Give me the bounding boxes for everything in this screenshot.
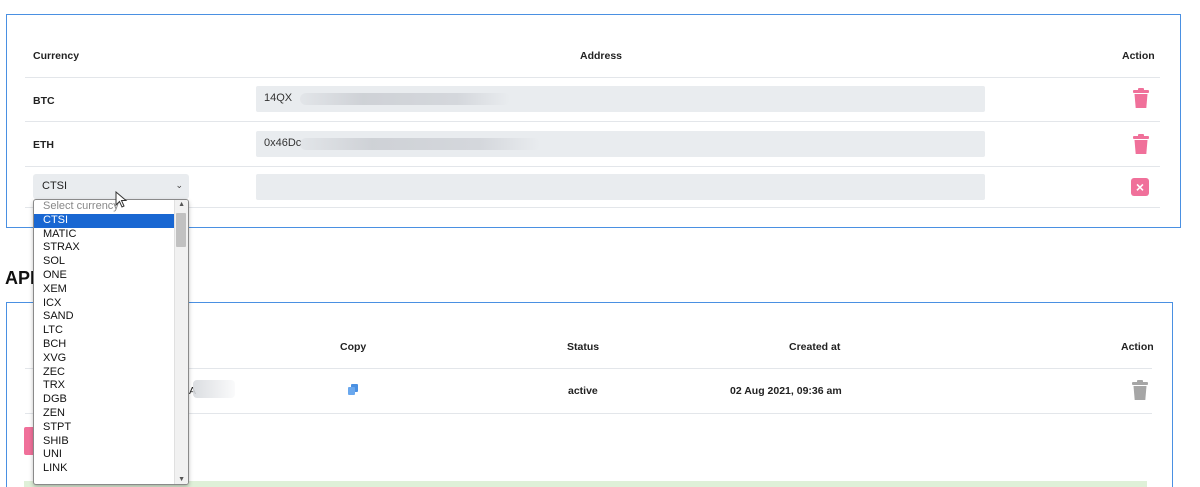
dropdown-option-ltc[interactable]: LTC (34, 324, 176, 338)
dropdown-option-matic[interactable]: MATIC (34, 228, 176, 242)
trash-icon[interactable] (1132, 380, 1148, 400)
dropdown-option-bch[interactable]: BCH (34, 338, 176, 352)
header-divider (25, 368, 1152, 369)
scroll-down-arrow-icon[interactable]: ▼ (178, 476, 185, 483)
currency-column-header: Currency (33, 50, 80, 62)
currency-label-eth: ETH (33, 139, 54, 151)
created-at-column-header: Created at (789, 341, 841, 353)
dropdown-option-xvg[interactable]: XVG (34, 352, 176, 366)
api-key-created-at: 02 Aug 2021, 09:36 am (730, 385, 842, 397)
api-key-redaction (193, 380, 235, 398)
dropdown-option-one[interactable]: ONE (34, 269, 176, 283)
dropdown-option-dgb[interactable]: DGB (34, 393, 176, 407)
address-value-btc: 14QX (264, 92, 293, 104)
mouse-cursor-icon (115, 191, 128, 208)
action-column-header: Action (1122, 50, 1155, 62)
action-column-header: Action (1121, 341, 1154, 353)
dropdown-option-link[interactable]: LINK (34, 462, 176, 476)
dropdown-option-zen[interactable]: ZEN (34, 407, 176, 421)
api-section-title: API (5, 268, 36, 288)
dropdown-placeholder-option[interactable]: Select currency (34, 200, 176, 214)
dropdown-option-trx[interactable]: TRX (34, 379, 176, 393)
remove-row-x-icon[interactable]: × (1131, 178, 1149, 196)
address-input-new[interactable] (256, 174, 985, 200)
dropdown-option-xem[interactable]: XEM (34, 283, 176, 297)
dropdown-option-zec[interactable]: ZEC (34, 366, 176, 380)
copy-column-header: Copy (340, 341, 367, 353)
dropdown-option-icx[interactable]: ICX (34, 297, 176, 311)
currency-select-value: CTSI (42, 180, 68, 192)
address-column-header: Address (580, 50, 623, 62)
dropdown-scrollbar[interactable]: ▲ ▼ (174, 200, 188, 484)
row-divider (25, 166, 1160, 167)
trash-icon[interactable] (1133, 134, 1149, 154)
currency-dropdown-list[interactable]: Select currency CTSI MATIC STRAX SOL ONE XEM I… (33, 199, 189, 485)
address-input-btc[interactable]: 14QX (256, 86, 985, 112)
dropdown-option-shib[interactable]: SHIB (34, 435, 176, 449)
row-divider (25, 207, 1160, 208)
chevron-down-icon: ⌄ (175, 180, 183, 190)
copy-icon[interactable] (348, 384, 358, 395)
dropdown-option-uni[interactable]: UNI (34, 448, 176, 462)
dropdown-option-sand[interactable]: SAND (34, 310, 176, 324)
api-key-status: active (568, 385, 598, 397)
row-divider (25, 121, 1160, 122)
currency-label-btc: BTC (33, 95, 55, 107)
dropdown-option-ctsi[interactable]: CTSI (34, 213, 176, 228)
scrollbar-thumb[interactable] (176, 213, 186, 247)
success-alert (24, 481, 1147, 487)
dropdown-option-sol[interactable]: SOL (34, 255, 176, 269)
address-redaction (300, 93, 510, 105)
address-input-eth[interactable]: 0x46Dc (256, 131, 985, 157)
status-column-header: Status (567, 341, 600, 353)
row-divider (25, 413, 1152, 414)
trash-icon[interactable] (1133, 88, 1149, 108)
address-redaction (300, 138, 540, 150)
dropdown-option-strax[interactable]: STRAX (34, 241, 176, 255)
address-value-eth: 0x46Dc (264, 137, 302, 149)
header-divider (25, 77, 1160, 78)
scroll-up-arrow-icon[interactable]: ▲ (178, 201, 185, 208)
dropdown-option-stpt[interactable]: STPT (34, 421, 176, 435)
currency-select[interactable]: CTSI ⌄ (33, 174, 189, 199)
